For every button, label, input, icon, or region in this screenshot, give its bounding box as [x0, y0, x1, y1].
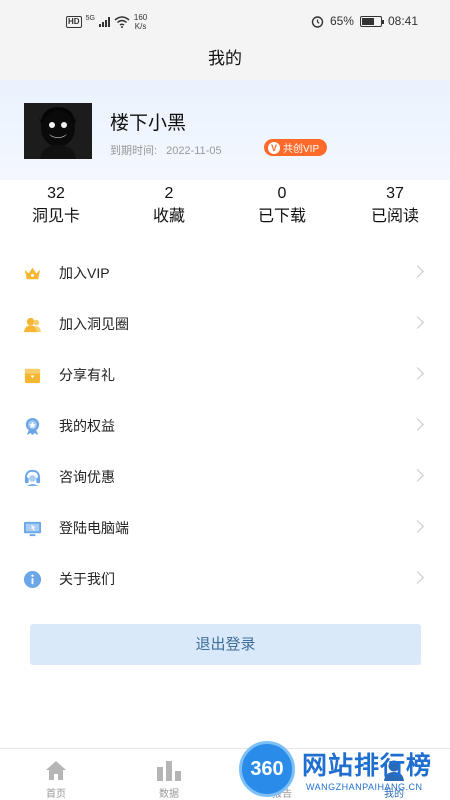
stat-label: 收藏 [152, 208, 185, 225]
home-icon [46, 761, 66, 780]
menu-item-share[interactable]: 分享有礼 [0, 350, 450, 401]
status-bar: HD 5G 160 K/s 65% 08:41 [0, 0, 450, 40]
stat-read[interactable]: 37 已阅读 [345, 183, 445, 229]
menu-item-desktop-login[interactable]: 登陆电脑端 [0, 503, 450, 554]
stat-label: 洞见卡 [31, 208, 80, 225]
avatar[interactable] [24, 103, 92, 159]
chevron-right-icon [411, 418, 424, 431]
alarm-icon [311, 15, 324, 28]
chart-icon [157, 761, 181, 781]
menu-label: 加入洞见圈 [59, 316, 129, 332]
stats-row: 32 洞见卡 2 收藏 0 已下载 37 已阅读 [0, 183, 450, 233]
menu-label: 咨询优惠 [59, 469, 115, 485]
tab-data[interactable]: 数据 [139, 757, 199, 800]
net-speed-unit: K/s [134, 22, 147, 31]
menu-label: 关于我们 [59, 571, 115, 587]
menu-item-benefits[interactable]: 我的权益 [0, 401, 450, 452]
watermark-logo: 360 网站排行榜 WANGZHANPAIHANG.CN [236, 738, 450, 800]
battery-fill [361, 17, 374, 25]
menu-item-join-vip[interactable]: 加入VIP [0, 248, 450, 299]
expiry-value: 2022-11-05 [166, 145, 222, 157]
chevron-right-icon [411, 520, 424, 533]
stat-cards[interactable]: 32 洞见卡 [6, 183, 106, 229]
signal-icon [98, 17, 110, 27]
gift-icon [24, 368, 41, 384]
medal-icon [25, 417, 40, 436]
chevron-right-icon [411, 265, 424, 278]
battery-percent: 65% [329, 14, 354, 28]
tab-label: 首页 [46, 789, 66, 800]
tab-home[interactable]: 首页 [26, 757, 86, 800]
headset-icon [24, 469, 41, 487]
vip-label: 共创VIP [283, 144, 320, 155]
username: 楼下小黑 [110, 113, 187, 134]
chevron-right-icon [411, 469, 424, 482]
menu-item-consult[interactable]: 咨询优惠 [0, 452, 450, 503]
stat-label: 已下载 [257, 208, 306, 225]
net-speed-value: 160 [133, 13, 148, 22]
menu-list: 加入VIP 加入洞见圈 分享有礼 我的权益 咨询优惠 登陆电脑端 关于我们 [0, 248, 450, 605]
monitor-icon [23, 521, 42, 537]
stat-value: 37 [386, 185, 404, 202]
logout-button[interactable]: 退出登录 [30, 624, 421, 665]
menu-label: 分享有礼 [59, 367, 115, 383]
menu-label: 加入VIP [59, 265, 110, 281]
status-left: HD 5G 160 K/s [66, 13, 147, 31]
network-type: 5G [85, 14, 95, 22]
hd-badge: HD [66, 16, 82, 28]
page-title: 我的 [0, 40, 450, 80]
menu-label: 登陆电脑端 [59, 520, 129, 536]
crown-icon [24, 267, 41, 280]
profile-card[interactable]: 楼下小黑 到期时间: 2022-11-05 V 共创VIP [0, 80, 450, 180]
clock: 08:41 [387, 14, 418, 28]
menu-item-join-circle[interactable]: 加入洞见圈 [0, 299, 450, 350]
menu-label: 我的权益 [59, 418, 115, 434]
watermark-url: WANGZHANPAIHANG.CN [306, 782, 423, 792]
menu-item-about[interactable]: 关于我们 [0, 554, 450, 605]
stat-value: 32 [47, 185, 65, 202]
chevron-right-icon [411, 571, 424, 584]
stat-downloaded[interactable]: 0 已下载 [232, 183, 332, 229]
expiry-date: 到期时间: 2022-11-05 [110, 142, 222, 158]
vip-icon: V [268, 141, 280, 154]
watermark-text: 网站排行榜 [302, 752, 433, 780]
info-icon [23, 570, 42, 589]
people-icon [23, 317, 42, 333]
stat-value: 2 [164, 185, 174, 202]
watermark-badge: 360 [239, 741, 295, 797]
stat-label: 已阅读 [370, 208, 419, 225]
vip-badge[interactable]: V 共创VIP [264, 139, 328, 156]
stat-favorites[interactable]: 2 收藏 [119, 183, 219, 229]
stat-value: 0 [277, 185, 287, 202]
expiry-label: 到期时间: [110, 145, 158, 157]
battery-icon [359, 15, 384, 27]
tab-label: 数据 [159, 789, 179, 800]
wifi-icon [114, 16, 130, 28]
status-right: 65% 08:41 [311, 14, 418, 28]
chevron-right-icon [411, 316, 424, 329]
chevron-right-icon [411, 367, 424, 380]
net-speed: 160 K/s [134, 13, 147, 31]
